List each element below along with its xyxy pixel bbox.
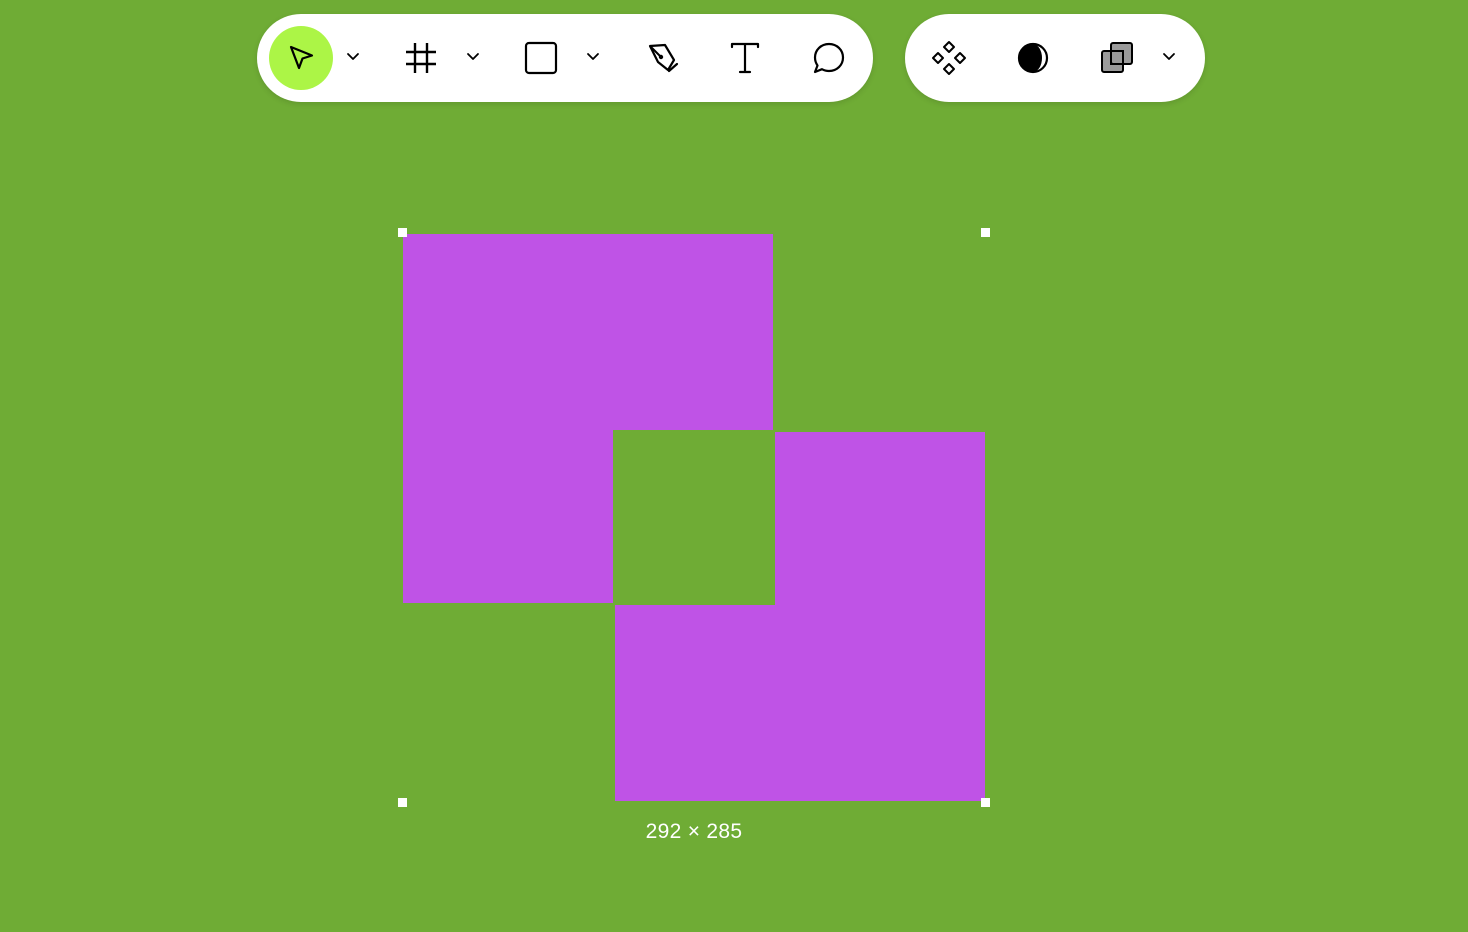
secondary-toolbar — [905, 14, 1205, 102]
selection-handle-bottom-left[interactable] — [398, 798, 407, 807]
rectangle-tool-button[interactable] — [509, 26, 573, 90]
move-tool-button[interactable] — [269, 26, 333, 90]
text-tool-button[interactable] — [713, 26, 777, 90]
frame-tool-menu-chevron[interactable] — [459, 44, 487, 72]
text-t-icon — [728, 41, 762, 75]
frame-tool-button[interactable] — [389, 26, 453, 90]
selection-handle-bottom-right[interactable] — [981, 798, 990, 807]
comment-bubble-icon — [811, 40, 847, 76]
chevron-down-icon — [466, 49, 480, 67]
chevron-down-icon — [586, 49, 600, 67]
half-circle-contrast-icon — [1016, 41, 1050, 75]
canvas[interactable]: 292 × 285 — [0, 0, 1468, 932]
selection-handle-top-left[interactable] — [398, 228, 407, 237]
main-toolbar — [257, 14, 873, 102]
boolean-operation-button[interactable] — [1085, 26, 1149, 90]
selection-dimensions-label: 292 × 285 — [645, 820, 743, 843]
frame-hash-icon — [403, 40, 439, 76]
boolean-union-squares-icon — [1099, 40, 1135, 76]
chevron-down-icon — [1162, 49, 1176, 67]
pen-icon — [645, 40, 681, 76]
move-tool-menu-chevron[interactable] — [339, 44, 367, 72]
pen-tool-button[interactable] — [631, 26, 695, 90]
rectangle-icon — [523, 40, 559, 76]
cursor-arrow-icon — [284, 41, 318, 75]
rectangle-tool-menu-chevron[interactable] — [579, 44, 607, 72]
shape-overlap-exclusion — [613, 430, 775, 605]
boolean-operation-menu-chevron[interactable] — [1155, 44, 1183, 72]
components-diamond-icon — [930, 39, 968, 77]
comment-tool-button[interactable] — [797, 26, 861, 90]
mask-button[interactable] — [1001, 26, 1065, 90]
selection-handle-top-right[interactable] — [981, 228, 990, 237]
chevron-down-icon — [346, 49, 360, 67]
components-button[interactable] — [917, 26, 981, 90]
